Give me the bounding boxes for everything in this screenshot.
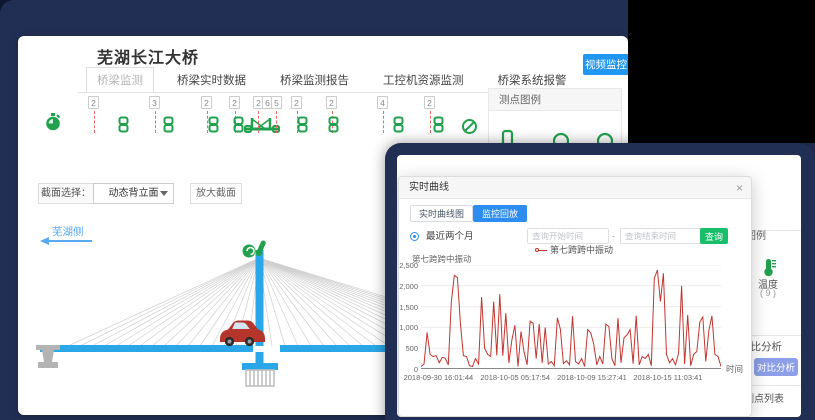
realtime-curve-modal: 实时曲线 × 实时曲线图监控回放 最近两个月 - 查询 第七跨跨中振动 第七跨跨… (398, 176, 752, 417)
y-tick-label: 1,000 (398, 323, 418, 332)
sensor-count-badge: 2 (201, 96, 212, 109)
chain-sensor-icon[interactable] (328, 116, 339, 138)
chain-sensor-icon[interactable] (297, 116, 308, 138)
tab-4[interactable]: 工控机资源监测 (383, 72, 464, 88)
screen: 芜湖长江大桥 桥梁监测 桥梁实时数据 桥梁监测报告 工控机资源监测 桥梁系统报警 视频监… (0, 0, 815, 420)
chain-sensor-icon[interactable] (233, 116, 244, 138)
chain-sensor-icon[interactable] (208, 116, 219, 138)
alarm-dash-line (430, 111, 431, 133)
detail-window-page: 图例 温度 ( 9 ) 对比分析 对比分析 监测点列表 实时曲线 × 实时曲线图… (397, 155, 801, 417)
modal-header: 实时曲线 × (399, 177, 751, 199)
no-entry-icon[interactable] (461, 118, 478, 135)
redacted-region (628, 0, 815, 143)
chart-x-axis-name: 时间 (726, 363, 743, 375)
alarm-dash-line (258, 111, 259, 133)
alarm-dash-line (383, 111, 384, 133)
legend-marker-icon (529, 247, 547, 254)
y-tick-label: 1,500 (398, 303, 418, 312)
sensor-count-badge: 3 (149, 96, 160, 109)
modal-title: 实时曲线 (409, 177, 449, 199)
query-end-time-input[interactable] (620, 228, 702, 244)
compare-analysis-button[interactable]: 对比分析 (754, 358, 798, 376)
x-tick-label: 2018-10-05 05:17:54 (480, 373, 550, 382)
video-monitor-button[interactable]: 视频监控 (583, 54, 629, 75)
radio-last-two-months[interactable] (410, 232, 419, 241)
detail-window-frame: 图例 温度 ( 9 ) 对比分析 对比分析 监测点列表 实时曲线 × 实时曲线图… (385, 143, 815, 420)
tab-2[interactable]: 桥梁实时数据 (177, 72, 246, 88)
section-select-label: 截面选择： (38, 183, 94, 204)
sensor-count-badge: 2 (424, 96, 435, 109)
sensor-count: ( 9 ) (748, 288, 788, 298)
section-select-dropdown[interactable]: 动态背立面 (93, 183, 174, 204)
page-title: 芜湖长江大桥 (97, 44, 199, 68)
bridge-sensor-icon[interactable] (244, 115, 280, 134)
chart-plot-area (421, 265, 721, 369)
tab-5[interactable]: 桥梁系统报警 (498, 72, 567, 88)
stopwatch-icon[interactable] (44, 112, 62, 132)
x-tick-label: 2018-10-09 15:27:41 (557, 373, 627, 382)
query-button[interactable]: 查询 (700, 228, 728, 244)
chain-sensor-icon[interactable] (393, 116, 404, 138)
query-start-time-input[interactable] (527, 228, 609, 244)
modal-tab-2[interactable]: 监控回放 (473, 205, 527, 222)
sensor-count-badge: 5 (271, 96, 282, 109)
chain-sensor-icon[interactable] (433, 116, 444, 138)
chart-y-axis-title: 第七跨跨中振动 (412, 253, 472, 265)
alarm-dash-line (155, 111, 156, 133)
thermometer-icon[interactable] (760, 258, 777, 277)
direction-label: 芜湖侧 (52, 224, 84, 239)
y-tick-label: 2,000 (398, 282, 418, 291)
sensor-count-badge: 2 (88, 96, 99, 109)
legend-panel-title: 测点图例 (489, 89, 621, 111)
sensor-count-badge: 2 (229, 96, 240, 109)
modal-tab-1[interactable]: 实时曲线图 (410, 205, 473, 222)
x-tick-label: 2018-09-30 16:01:44 (404, 373, 474, 382)
y-tick-label: 500 (398, 344, 418, 353)
y-tick-label: 2,500 (398, 261, 418, 270)
alarm-dash-line (276, 111, 277, 133)
chevron-down-icon (160, 191, 168, 196)
sensor-count-badge: 4 (377, 96, 388, 109)
x-tick-label: 2018-10-15 11:03:41 (633, 373, 702, 382)
chain-sensor-icon[interactable] (118, 116, 129, 138)
sensor-count-badge: 2 (291, 96, 302, 109)
close-icon[interactable]: × (736, 177, 743, 199)
time-range-separator: - (612, 228, 615, 244)
alarm-dash-line (94, 111, 95, 133)
modal-tab-bar: 实时曲线图监控回放 (410, 205, 527, 222)
section-select-value: 动态背立面 (109, 188, 159, 199)
tab-3[interactable]: 桥梁监测报告 (280, 72, 349, 88)
direction-arrow-icon (48, 240, 92, 242)
chain-sensor-icon[interactable] (163, 116, 174, 138)
sensor-count-badge: 2 (326, 96, 337, 109)
zoom-section-button[interactable]: 放大截面 (190, 183, 242, 204)
tab-1[interactable]: 桥梁监测 (86, 67, 154, 93)
